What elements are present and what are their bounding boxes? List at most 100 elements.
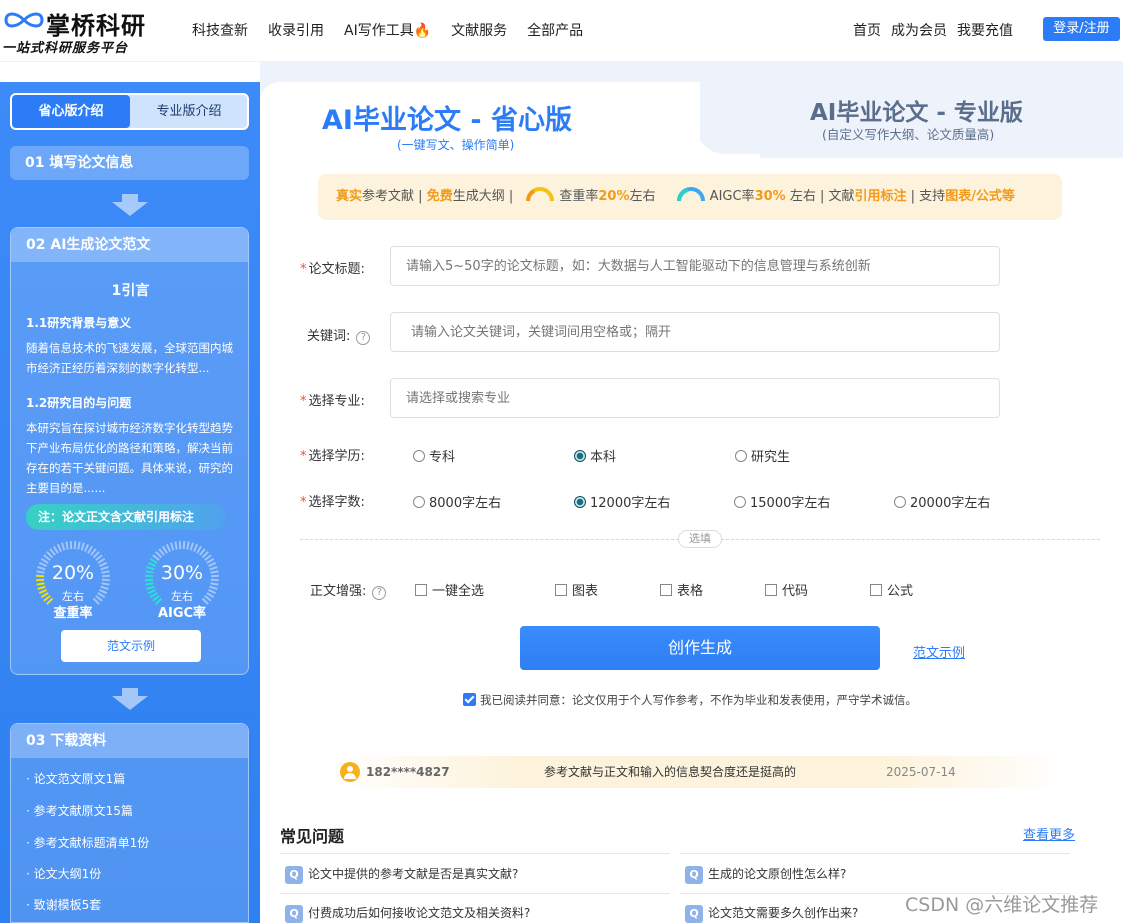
login-register-button[interactable]: 登录/注册 bbox=[1043, 17, 1120, 41]
nav-recharge[interactable]: 我要充值 bbox=[957, 20, 1013, 40]
sample-link[interactable]: 范文示例 bbox=[913, 642, 965, 661]
wordcount-option-label: 15000字左右 bbox=[750, 496, 831, 511]
degree-option-college[interactable]: 专科 bbox=[413, 446, 455, 465]
enhance-code[interactable]: 代码 bbox=[765, 580, 808, 599]
help-icon[interactable]: ? bbox=[372, 586, 387, 600]
tab-curve-shape bbox=[640, 82, 760, 172]
enhance-label-text: 正文增强: bbox=[310, 584, 367, 599]
banner-text: 支持 bbox=[919, 189, 946, 204]
help-icon[interactable]: ? bbox=[356, 331, 371, 345]
wordcount-label-text: 选择字数: bbox=[308, 495, 365, 510]
nav-membership[interactable]: 成为会员 bbox=[891, 20, 947, 40]
enhance-charts[interactable]: 图表 bbox=[555, 580, 598, 599]
brand-logo[interactable]: 掌桥科研 一站式科研服务平台 bbox=[2, 4, 162, 56]
nav-item-novelty-search[interactable]: 科技查新 bbox=[192, 20, 248, 40]
logo-infinity-icon bbox=[4, 12, 44, 28]
faq-item[interactable]: Q 论文范文需要多久创作出来? bbox=[685, 904, 858, 923]
wordcount-option-8000[interactable]: 8000字左右 bbox=[413, 492, 501, 511]
faq-item[interactable]: Q 论文中提供的参考文献是否是真实文献? bbox=[285, 865, 518, 884]
review-message: 参考文献与正文和输入的信息契合度还是挺高的 bbox=[544, 765, 797, 779]
title-input[interactable] bbox=[390, 246, 1000, 286]
faq-title: 常见问题 bbox=[280, 827, 345, 846]
nav-item-ai-writing-label: AI写作工具 bbox=[344, 23, 414, 39]
generate-button[interactable]: 创作生成 bbox=[520, 626, 880, 670]
step-2-header: 02 AI生成论文范文 bbox=[11, 228, 248, 262]
faq-item[interactable]: Q 生成的论文原创性怎么样? bbox=[685, 865, 846, 884]
nav-item-ai-writing[interactable]: AI写作工具🔥 bbox=[344, 20, 431, 40]
pro-version-title[interactable]: AI毕业论文 - 专业版 bbox=[810, 93, 1023, 127]
fire-icon: 🔥 bbox=[413, 23, 432, 39]
nav-item-literature[interactable]: 文献服务 bbox=[451, 20, 507, 40]
gauge-tick bbox=[90, 548, 97, 556]
faq-item-text: 论文中提供的参考文献是否是真实文献? bbox=[308, 867, 519, 881]
radio-selected-icon bbox=[574, 496, 586, 508]
required-mark: * bbox=[300, 394, 307, 409]
faq-more-link[interactable]: 查看更多 bbox=[1023, 824, 1075, 843]
gauge-tick bbox=[174, 541, 178, 550]
simple-version-title[interactable]: AI毕业论文 - 省心版 bbox=[322, 98, 572, 137]
sidebar-tabs: 省心版介绍 专业版介绍 bbox=[10, 93, 249, 130]
gauge-tick bbox=[196, 545, 202, 554]
aigc-value: 30% bbox=[160, 562, 204, 584]
intro-sidebar: 省心版介绍 专业版介绍 01 填写论文信息 02 AI生成论文范文 1引言 1.… bbox=[0, 82, 260, 923]
download-item: · 参考文献标题清单1份 bbox=[26, 836, 150, 850]
nav-home[interactable]: 首页 bbox=[853, 20, 881, 40]
gauge-tick bbox=[46, 551, 54, 559]
similarity-mini-gauge-icon bbox=[526, 187, 555, 202]
degree-option-label: 专科 bbox=[429, 450, 456, 465]
wordcount-option-15000[interactable]: 15000字左右 bbox=[734, 492, 830, 511]
keyword-label: 关键词:? bbox=[307, 325, 371, 345]
gauge-tick bbox=[53, 545, 59, 554]
enhance-formula[interactable]: 公式 bbox=[870, 580, 913, 599]
major-label: * 选择专业: bbox=[300, 390, 365, 409]
radio-icon bbox=[734, 496, 746, 508]
banner-sep: | bbox=[414, 189, 427, 204]
pro-version-subtitle: (自定义写作大纲、论文质量高) bbox=[822, 127, 995, 142]
banner-text: 文献 bbox=[828, 189, 855, 204]
wordcount-option-20000[interactable]: 20000字左右 bbox=[894, 492, 990, 511]
faq-item[interactable]: Q 付费成功后如何接收论文范文及相关资料? bbox=[285, 904, 530, 923]
banner-sep: | bbox=[504, 189, 518, 204]
sample-doc-title: 1引言 bbox=[111, 283, 150, 299]
gauge-tick bbox=[186, 541, 190, 550]
degree-option-bachelor[interactable]: 本科 bbox=[574, 446, 616, 465]
review-date: 2025-07-14 bbox=[886, 765, 956, 779]
major-select[interactable] bbox=[390, 378, 1000, 418]
required-mark: * bbox=[300, 262, 307, 277]
tab-pro-intro[interactable]: 专业版介绍 bbox=[130, 95, 248, 128]
nav-item-all-products[interactable]: 全部产品 bbox=[527, 20, 583, 40]
sample-doc-paragraph-2: 本研究旨在探讨城市经济数字化转型趋势下产业布局优化的路径和策略，解决当前存在的若… bbox=[26, 421, 233, 495]
enhance-tables[interactable]: 表格 bbox=[660, 580, 703, 599]
gauge-tick bbox=[49, 548, 56, 556]
degree-option-graduate[interactable]: 研究生 bbox=[735, 446, 790, 465]
main-nav: 科技查新 收录引用 AI写作工具🔥 文献服务 全部产品 bbox=[192, 20, 603, 40]
enhance-select-all[interactable]: 一键全选 bbox=[415, 580, 484, 599]
enhance-label: 正文增强:? bbox=[310, 580, 387, 600]
citation-note: 注：论文正文含文献引用标注 bbox=[26, 504, 226, 530]
wordcount-option-12000[interactable]: 12000字左右 bbox=[574, 492, 670, 511]
tab-simple-intro[interactable]: 省心版介绍 bbox=[12, 95, 130, 128]
checkbox-icon bbox=[660, 584, 672, 596]
enhance-option-label: 表格 bbox=[677, 584, 704, 599]
sidebar-sample-button[interactable]: 范文示例 bbox=[61, 630, 201, 662]
checkbox-checked-icon[interactable] bbox=[463, 693, 476, 706]
radio-icon bbox=[894, 496, 906, 508]
gauge-tick bbox=[170, 542, 175, 551]
banner-sep: | bbox=[815, 189, 829, 204]
major-label-text: 选择专业: bbox=[308, 394, 365, 409]
review-phone: 182****4827 bbox=[366, 765, 450, 779]
degree-option-label: 研究生 bbox=[751, 450, 791, 465]
download-item: · 致谢模板5套 bbox=[26, 898, 102, 912]
gauge-tick bbox=[204, 554, 212, 561]
keyword-input[interactable] bbox=[390, 312, 1000, 352]
agreement[interactable]: 我已阅读并同意：论文仅用于个人写作参考，不作为毕业和发表使用，严守学术诚信。 bbox=[463, 692, 917, 708]
step-3-card: 03 下载资料 · 论文范文原文1篇 · 参考文献原文15篇 · 参考文献标题清… bbox=[10, 723, 249, 923]
banner-text: 查重率 bbox=[559, 189, 599, 204]
nav-item-citation[interactable]: 收录引用 bbox=[268, 20, 324, 40]
banner-text: 左右 bbox=[785, 189, 816, 204]
step-2-card: 02 AI生成论文范文 1引言 1.1研究背景与意义 随着信息技术的飞速发展，全… bbox=[10, 227, 249, 675]
question-icon: Q bbox=[685, 905, 703, 923]
radio-icon bbox=[735, 450, 747, 462]
gauge-tick bbox=[87, 545, 93, 554]
faq-item-text: 论文范文需要多久创作出来? bbox=[708, 906, 859, 920]
